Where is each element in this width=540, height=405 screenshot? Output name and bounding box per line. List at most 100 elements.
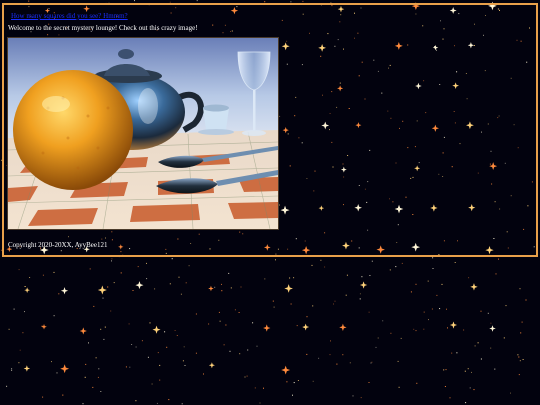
star-dot [254, 387, 256, 389]
star-dot [151, 383, 153, 385]
star-dot [521, 321, 523, 323]
star-dot [431, 308, 433, 310]
star-dot [228, 272, 230, 274]
star-dot [100, 328, 102, 330]
sparkle-star [60, 364, 70, 374]
star-dot [180, 293, 182, 295]
star-dot [22, 332, 24, 334]
star-dot [415, 283, 417, 285]
star-dot [234, 309, 236, 311]
star-dot [318, 357, 320, 359]
star-dot [53, 315, 55, 317]
star-dot [360, 397, 362, 399]
star-dot [164, 331, 166, 333]
star-dot [24, 311, 25, 313]
star-dot [239, 353, 241, 355]
star-dot [218, 311, 220, 313]
star-dot [311, 264, 313, 266]
copyright-text: Copyright 2020-20XX, AyyBee121 [8, 241, 108, 249]
star-dot [296, 325, 298, 327]
star-dot [503, 337, 505, 339]
star-dot [334, 300, 336, 302]
star-dot [93, 305, 95, 307]
star-dot [519, 288, 521, 290]
star-dot [134, 0, 135, 2]
star-dot [51, 361, 52, 363]
star-dot [410, 291, 412, 293]
star-dot [445, 369, 447, 371]
star-dot [82, 403, 84, 405]
star-dot [289, 277, 291, 279]
star-dot [85, 363, 87, 365]
star-dot [141, 340, 143, 342]
star-dot [368, 311, 370, 313]
star-dot [423, 311, 425, 313]
star-dot [487, 312, 489, 314]
sparkle-star [97, 285, 107, 295]
star-dot [490, 322, 492, 324]
star-dot [370, 362, 372, 364]
star-dot [436, 294, 438, 296]
star-dot [56, 372, 58, 374]
star-dot [98, 368, 100, 370]
star-dot [157, 352, 159, 354]
star-dot [451, 352, 453, 354]
star-dot [146, 262, 147, 264]
star-dot [147, 356, 149, 358]
star-dot [302, 0, 304, 2]
star-dot [480, 358, 482, 360]
star-dot [18, 269, 20, 271]
star-dot [97, 376, 99, 378]
still-life-image [7, 37, 279, 230]
star-dot [188, 265, 190, 267]
sparkle-star [208, 362, 215, 369]
star-dot [369, 275, 371, 276]
mystery-link[interactable]: How many squares did you see? Hmmm? [11, 12, 128, 20]
star-dot [375, 346, 377, 348]
star-dot [8, 328, 10, 330]
star-dot [510, 392, 511, 394]
star-dot [230, 287, 232, 289]
star-dot [184, 365, 186, 366]
star-dot [456, 352, 458, 354]
star-dot [444, 386, 446, 387]
star-dot [382, 320, 384, 322]
star-dot [154, 288, 156, 290]
star-dot [395, 266, 397, 268]
star-dot [465, 402, 467, 404]
star-dot [125, 366, 127, 368]
star-dot [471, 371, 472, 373]
star-dot [463, 329, 465, 331]
sparkle-star [281, 365, 291, 375]
star-dot [413, 328, 415, 330]
star-dot [397, 360, 399, 362]
star-dot [219, 320, 221, 322]
star-dot [474, 345, 476, 347]
star-dot [89, 268, 91, 270]
star-dot [159, 364, 161, 366]
star-dot [490, 347, 492, 349]
star-dot [183, 346, 185, 348]
star-dot [18, 362, 20, 364]
star-dot [468, 277, 470, 279]
star-dot [132, 290, 134, 291]
star-dot [517, 354, 519, 356]
star-dot [111, 260, 112, 262]
star-dot [423, 328, 425, 330]
star-dot [312, 380, 314, 382]
star-dot [137, 266, 139, 268]
sparkle-star [263, 324, 271, 332]
star-dot [390, 332, 392, 334]
star-dot [11, 369, 13, 371]
star-dot [146, 278, 148, 280]
star-dot [275, 259, 276, 261]
sparkle-star [23, 365, 31, 372]
star-dot [223, 344, 225, 346]
star-dot [252, 322, 254, 324]
star-dot [113, 282, 115, 284]
star-dot [196, 0, 198, 2]
star-dot [520, 332, 522, 334]
star-dot [195, 352, 197, 354]
star-dot [107, 286, 109, 288]
star-dot [182, 360, 184, 362]
